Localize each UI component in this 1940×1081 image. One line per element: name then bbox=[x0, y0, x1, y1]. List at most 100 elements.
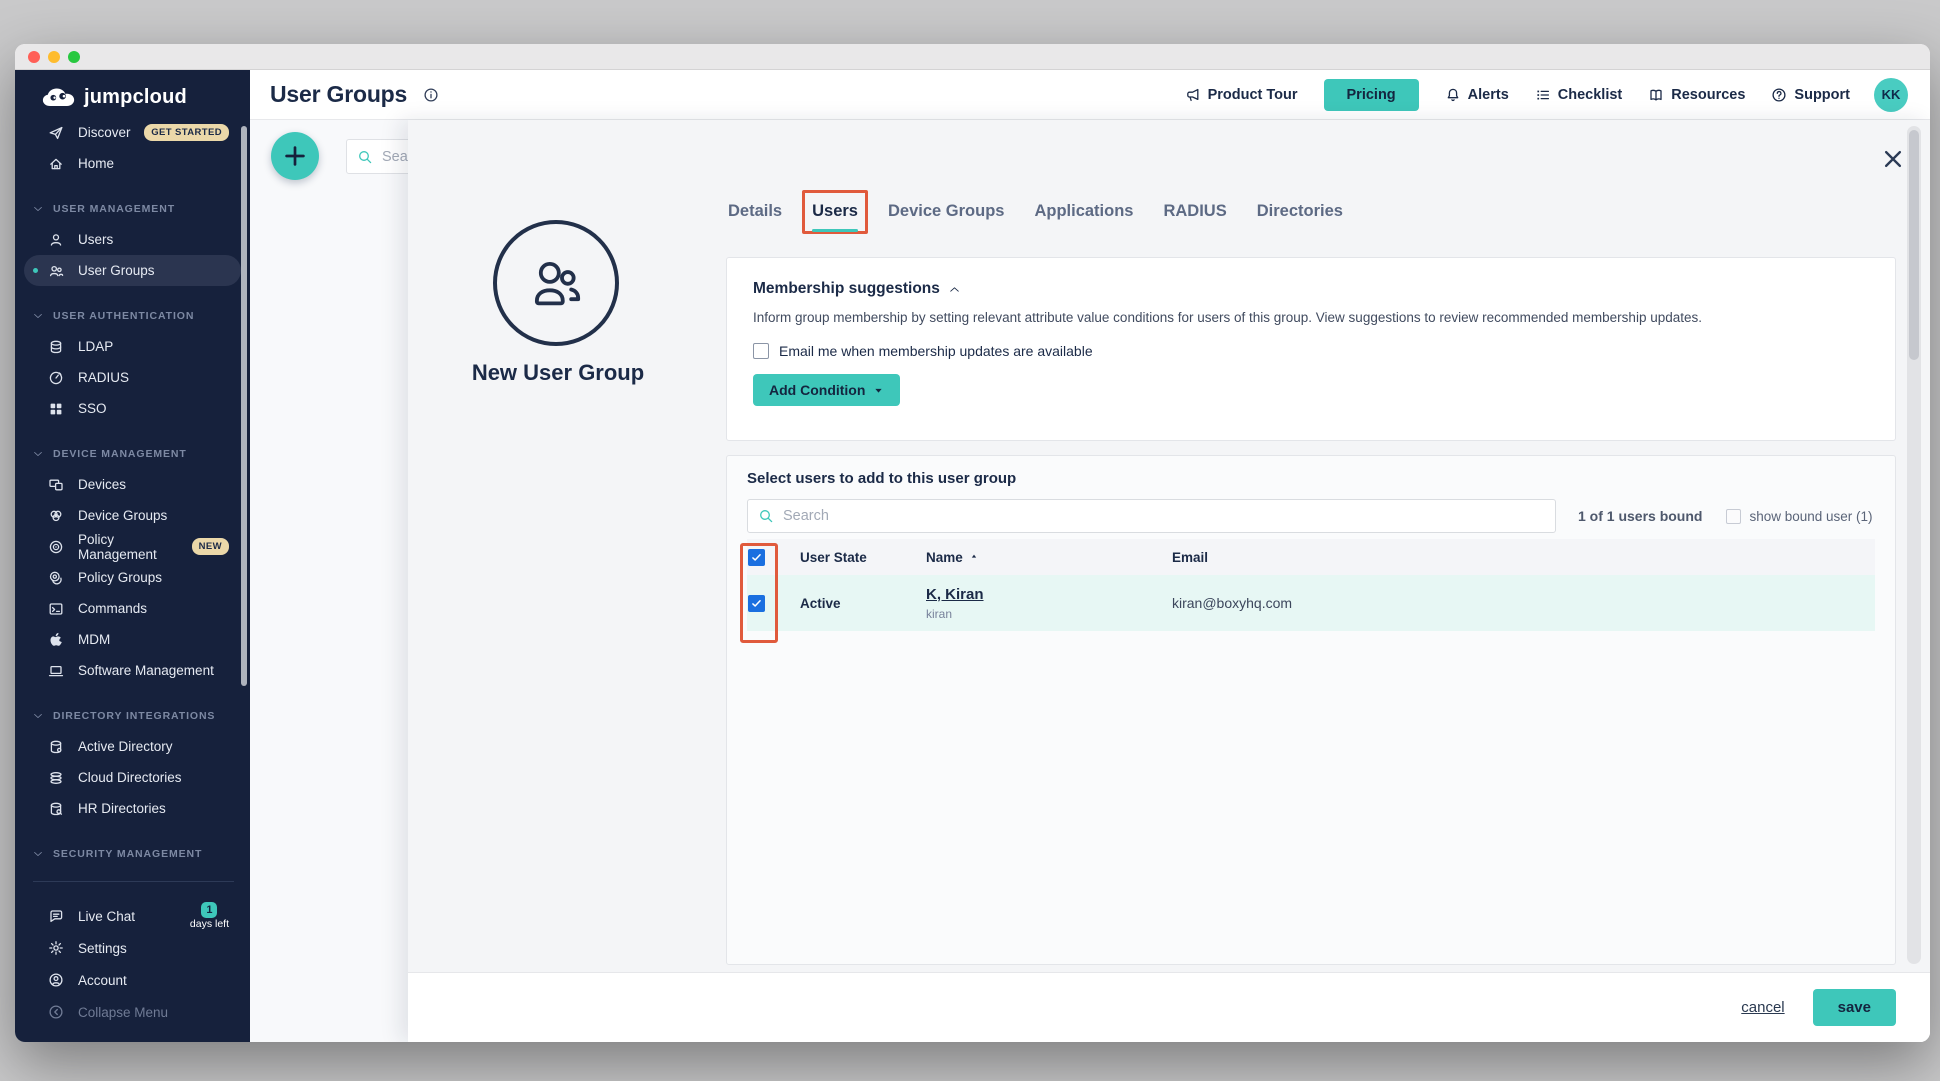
column-user-state[interactable]: User State bbox=[791, 550, 926, 565]
save-button[interactable]: save bbox=[1813, 989, 1896, 1026]
sidebar-section-device-management[interactable]: DEVICE MANAGEMENT bbox=[15, 438, 250, 469]
header-action-alerts[interactable]: Alerts bbox=[1445, 87, 1509, 103]
email-updates-checkbox[interactable]: Email me when membership updates are ava… bbox=[753, 343, 1093, 359]
user-avatar[interactable]: KK bbox=[1874, 78, 1908, 112]
directory-db-icon bbox=[48, 739, 64, 755]
users-table: User State Name Email ActiveK, Kirankira… bbox=[747, 539, 1875, 631]
sidebar-item-active-directory[interactable]: Active Directory bbox=[24, 731, 241, 762]
sidebar-item-label: HR Directories bbox=[78, 801, 166, 816]
user-name-link[interactable]: K, Kiran bbox=[926, 586, 984, 603]
sidebar-item-device-groups[interactable]: Device Groups bbox=[24, 500, 241, 531]
sidebar-item-policy-groups[interactable]: Policy Groups bbox=[24, 562, 241, 593]
apple-icon bbox=[48, 632, 64, 648]
sidebar-item-software-management[interactable]: Software Management bbox=[24, 655, 241, 686]
email-updates-label: Email me when membership updates are ava… bbox=[779, 343, 1093, 359]
users-search[interactable] bbox=[747, 499, 1556, 533]
column-name[interactable]: Name bbox=[926, 550, 963, 565]
minimize-window-button[interactable] bbox=[48, 51, 60, 63]
sidebar-item-label: Policy Management bbox=[78, 532, 192, 562]
sidebar-item-user-groups[interactable]: User Groups bbox=[24, 255, 241, 286]
account-icon bbox=[48, 972, 64, 988]
table-row[interactable]: ActiveK, Kirankirankiran@boxyhq.com bbox=[747, 575, 1875, 631]
trial-countdown: 1days left bbox=[190, 902, 229, 931]
sidebar-divider bbox=[33, 881, 234, 882]
panel-footer: cancel save bbox=[408, 972, 1930, 1042]
sidebar-item-discover[interactable]: DiscoverGET STARTED bbox=[24, 117, 241, 148]
users-search-input[interactable] bbox=[783, 508, 1545, 524]
search-icon bbox=[357, 149, 373, 165]
select-all-checkbox[interactable] bbox=[748, 549, 765, 566]
cancel-button[interactable]: cancel bbox=[1741, 999, 1784, 1016]
database-icon bbox=[48, 339, 64, 355]
user-username: kiran bbox=[926, 607, 1172, 621]
book-icon bbox=[1648, 87, 1664, 103]
sidebar-item-label: User Groups bbox=[78, 263, 155, 278]
sidebar-section-security-management[interactable]: SECURITY MANAGEMENT bbox=[15, 838, 250, 869]
policy-groups-icon bbox=[48, 570, 64, 586]
sidebar-item-label: Cloud Directories bbox=[78, 770, 182, 785]
add-condition-button[interactable]: Add Condition bbox=[753, 374, 900, 406]
checkbox-unchecked[interactable] bbox=[753, 343, 769, 359]
tab-details[interactable]: Details bbox=[728, 198, 782, 224]
sidebar-item-commands[interactable]: Commands bbox=[24, 593, 241, 624]
header-action-product-tour[interactable]: Product Tour bbox=[1185, 87, 1298, 103]
sidebar-item-sso[interactable]: SSO bbox=[24, 393, 241, 424]
sidebar-item-label: SSO bbox=[78, 401, 107, 416]
tab-radius[interactable]: RADIUS bbox=[1163, 198, 1226, 224]
sidebar-item-cloud-directories[interactable]: Cloud Directories bbox=[24, 762, 241, 793]
zoom-window-button[interactable] bbox=[68, 51, 80, 63]
sidebar-item-mdm[interactable]: MDM bbox=[24, 624, 241, 655]
header-action-resources[interactable]: Resources bbox=[1648, 87, 1745, 103]
sidebar-item-ldap[interactable]: LDAP bbox=[24, 331, 241, 362]
sidebar-section-directory-integrations[interactable]: DIRECTORY INTEGRATIONS bbox=[15, 700, 250, 731]
show-bound-checkbox[interactable]: show bound user (1) bbox=[1726, 509, 1872, 524]
chevron-down-icon bbox=[33, 204, 43, 214]
add-user-group-button[interactable] bbox=[271, 132, 319, 180]
sidebar-item-label: MDM bbox=[78, 632, 110, 647]
sidebar-section-user-authentication[interactable]: USER AUTHENTICATION bbox=[15, 300, 250, 331]
chevron-up-icon bbox=[949, 284, 960, 295]
sidebar-footer: Live Chat1days leftSettingsAccount Collap… bbox=[15, 900, 250, 1028]
chevron-down-icon bbox=[33, 711, 43, 721]
sidebar-item-live-chat[interactable]: Live Chat1days left bbox=[24, 900, 241, 932]
sidebar-item-account[interactable]: Account bbox=[24, 964, 241, 996]
checkbox-unchecked[interactable] bbox=[1726, 509, 1741, 524]
user-icon bbox=[48, 232, 64, 248]
sidebar-item-label: Home bbox=[78, 156, 114, 171]
panel-scrollbar[interactable] bbox=[1907, 126, 1921, 964]
sidebar-item-users[interactable]: Users bbox=[24, 224, 241, 255]
chevron-down-icon bbox=[33, 449, 43, 459]
sort-asc-icon[interactable] bbox=[969, 552, 979, 562]
membership-suggestions-toggle[interactable]: Membership suggestions bbox=[753, 280, 1869, 298]
pricing-button[interactable]: Pricing bbox=[1324, 79, 1419, 111]
sidebar-item-label: Active Directory bbox=[78, 739, 173, 754]
sidebar-item-collapse-menu[interactable]: Collapse Menu bbox=[24, 996, 241, 1028]
user-group-panel: New User Group DetailsUsersDevice Groups… bbox=[408, 120, 1930, 1042]
sidebar-item-radius[interactable]: RADIUS bbox=[24, 362, 241, 393]
tab-device-groups[interactable]: Device Groups bbox=[888, 198, 1004, 224]
app-window: jumpcloud DiscoverGET STARTEDHomeUSER MA… bbox=[15, 44, 1930, 1042]
tab-users[interactable]: Users bbox=[812, 198, 858, 224]
sidebar-item-hr-directories[interactable]: HR Directories bbox=[24, 793, 241, 824]
row-checkbox[interactable] bbox=[748, 595, 765, 612]
sidebar-section-user-management[interactable]: USER MANAGEMENT bbox=[15, 193, 250, 224]
sidebar-item-settings[interactable]: Settings bbox=[24, 932, 241, 964]
header-action-checklist[interactable]: Checklist bbox=[1535, 87, 1622, 103]
chat-icon bbox=[48, 908, 64, 924]
sidebar-item-home[interactable]: Home bbox=[24, 148, 241, 179]
close-icon[interactable] bbox=[1882, 148, 1904, 170]
sidebar-scrollbar[interactable] bbox=[241, 126, 247, 686]
sidebar-item-label: Collapse Menu bbox=[78, 1005, 168, 1020]
chevron-down-icon bbox=[33, 311, 43, 321]
sidebar-item-devices[interactable]: Devices bbox=[24, 469, 241, 500]
column-email[interactable]: Email bbox=[1172, 550, 1875, 565]
header-action-support[interactable]: Support bbox=[1771, 87, 1850, 103]
tab-directories[interactable]: Directories bbox=[1257, 198, 1343, 224]
scrollbar-thumb[interactable] bbox=[1909, 130, 1919, 360]
sidebar-item-label: Device Groups bbox=[78, 508, 167, 523]
tab-applications[interactable]: Applications bbox=[1034, 198, 1133, 224]
sidebar-item-policy-management[interactable]: Policy ManagementNEW bbox=[24, 531, 241, 562]
close-window-button[interactable] bbox=[28, 51, 40, 63]
chevron-down-icon bbox=[33, 849, 43, 859]
info-icon[interactable] bbox=[423, 87, 439, 103]
